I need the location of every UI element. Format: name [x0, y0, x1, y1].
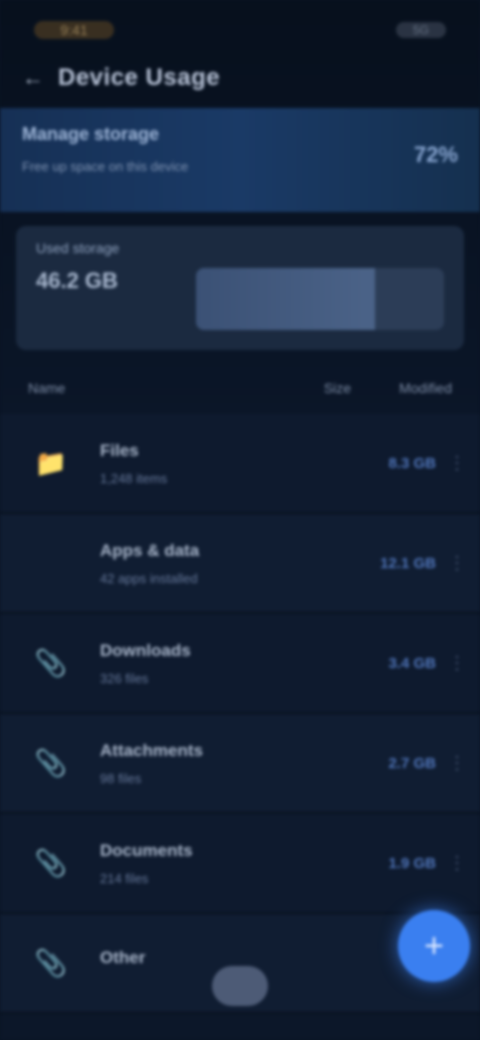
status-icons: 5G: [396, 22, 446, 38]
list-header-name[interactable]: Name: [28, 380, 65, 396]
add-button[interactable]: +: [398, 910, 470, 982]
list-item[interactable]: Apps & data 42 apps installed 12.1 GB ⋮: [0, 514, 480, 614]
summary-title: Manage storage: [22, 124, 160, 144]
list-item-meta: 326 files: [100, 670, 149, 686]
list-header-size[interactable]: Size: [324, 380, 351, 396]
list-header-modified[interactable]: Modified: [399, 380, 452, 396]
list-item-name: Files: [100, 440, 139, 460]
list-item[interactable]: 📁 Files 1,248 items 8.3 GB ⋮: [0, 414, 480, 514]
home-indicator[interactable]: [212, 966, 268, 1006]
list-item-name: Downloads: [100, 640, 191, 660]
blank-icon: [24, 536, 78, 590]
storage-label: Used storage: [36, 240, 120, 256]
folder-icon: 📁: [34, 447, 68, 478]
more-vertical-icon[interactable]: ⋮: [448, 653, 466, 674]
manage-storage-card[interactable]: Manage storage Free up space on this dev…: [0, 108, 480, 212]
list-item-size: 2.7 GB: [388, 754, 436, 772]
paperclip-icon: 📎: [34, 847, 68, 878]
list-item-name: Other: [100, 948, 146, 967]
paperclip-icon: 📎: [34, 747, 68, 778]
storage-usage-bar: [196, 268, 444, 330]
list-item-size: 8.3 GB: [388, 454, 436, 472]
list-item-meta: 98 files: [100, 770, 142, 786]
back-arrow-icon[interactable]: ←: [22, 65, 44, 90]
status-bar: 9:41 5G: [0, 0, 480, 60]
storage-card: Used storage 46.2 GB: [16, 226, 464, 350]
list-item-meta: 42 apps installed: [100, 570, 198, 586]
page-title: Device Usage: [58, 64, 221, 91]
list-item-meta: 1,248 items: [100, 470, 168, 486]
list-item[interactable]: 📎 Downloads 326 files 3.4 GB ⋮: [0, 614, 480, 714]
top-bar: ← Device Usage: [0, 52, 480, 104]
list-item-name: Documents: [100, 840, 193, 860]
status-time: 9:41: [34, 21, 114, 39]
more-vertical-icon[interactable]: ⋮: [448, 853, 466, 874]
list-item[interactable]: 📎 Documents 214 files 1.9 GB ⋮: [0, 814, 480, 914]
more-vertical-icon[interactable]: ⋮: [448, 553, 466, 574]
paperclip-icon: 📎: [34, 647, 68, 678]
list-item-name: Attachments: [100, 740, 203, 760]
summary-subtitle: Free up space on this device: [22, 159, 189, 174]
list-item[interactable]: 📎 Attachments 98 files 2.7 GB ⋮: [0, 714, 480, 814]
app-screen: 9:41 5G ← Device Usage Manage storage Fr…: [0, 0, 480, 1040]
list-header: Name Size Modified: [0, 366, 480, 410]
summary-value: 72%: [413, 142, 458, 167]
storage-usage-fill: [196, 268, 375, 330]
more-vertical-icon[interactable]: ⋮: [448, 753, 466, 774]
list-item-name: Apps & data: [100, 540, 200, 560]
list-item-size: 12.1 GB: [380, 554, 436, 572]
list-item-size: 3.4 GB: [388, 654, 436, 672]
paperclip-icon: 📎: [34, 947, 68, 978]
list-item-size: 1.9 GB: [388, 854, 436, 872]
list-item-meta: 214 files: [100, 870, 149, 886]
more-vertical-icon[interactable]: ⋮: [448, 453, 466, 474]
